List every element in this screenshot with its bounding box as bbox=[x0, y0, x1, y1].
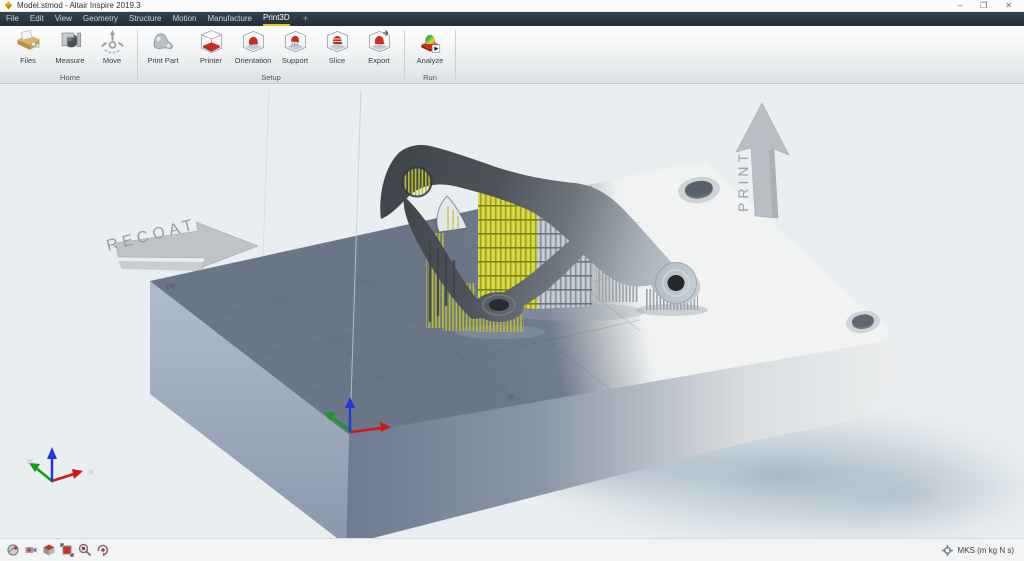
camera-icon bbox=[24, 543, 38, 557]
ribbon-empty-area bbox=[457, 28, 1020, 83]
analyze-icon bbox=[417, 28, 444, 55]
ribbon-toolbar: Files Measure bbox=[0, 26, 1024, 84]
menu-add-tab-button[interactable]: + bbox=[303, 14, 309, 25]
printer-button[interactable]: Printer bbox=[191, 28, 231, 65]
zoom-icon bbox=[78, 543, 92, 557]
menu-structure[interactable]: Structure bbox=[129, 12, 161, 26]
window-title: Model.stmod - Altair Inspire 2019.3 bbox=[17, 0, 141, 12]
print-label: PRINT bbox=[735, 150, 751, 212]
orientation-button[interactable]: Orientation bbox=[233, 28, 273, 65]
print-part-icon bbox=[150, 28, 177, 55]
files-icon bbox=[15, 28, 42, 55]
fit-view-button[interactable] bbox=[60, 543, 74, 557]
move-icon bbox=[99, 28, 126, 55]
menu-view[interactable]: View bbox=[55, 12, 72, 26]
view-home-icon bbox=[6, 543, 20, 557]
menu-bar: File Edit View Geometry Structure Motion… bbox=[0, 12, 1024, 26]
units-gear-icon bbox=[942, 545, 953, 556]
ribbon-group-run: Analyze Run bbox=[406, 28, 454, 83]
ribbon-group-label-run: Run bbox=[410, 72, 450, 83]
minimize-button[interactable]: – bbox=[958, 1, 962, 11]
zoom-area-button[interactable] bbox=[78, 543, 92, 557]
ribbon-group-home: Files Measure bbox=[4, 28, 136, 83]
menu-motion[interactable]: Motion bbox=[172, 12, 196, 26]
ribbon-group-label-setup: Setup bbox=[143, 72, 399, 83]
ribbon-group-label-home: Home bbox=[8, 72, 132, 83]
menu-geometry[interactable]: Geometry bbox=[83, 12, 118, 26]
title-bar: Model.stmod - Altair Inspire 2019.3 – ❐ … bbox=[0, 0, 1024, 12]
analyze-button[interactable]: Analyze bbox=[410, 28, 450, 65]
ribbon-group-setup: Print Part Printer Orientation bbox=[139, 28, 403, 83]
maximize-button[interactable]: ❐ bbox=[980, 1, 987, 11]
slice-icon bbox=[324, 28, 351, 55]
measure-icon bbox=[57, 28, 84, 55]
files-button[interactable]: Files bbox=[8, 28, 48, 65]
rotate-view-button[interactable] bbox=[96, 543, 110, 557]
view-home-button[interactable] bbox=[6, 543, 20, 557]
ribbon-separator bbox=[455, 30, 456, 79]
view-camera-button[interactable] bbox=[24, 543, 38, 557]
slice-button[interactable]: Slice bbox=[317, 28, 357, 65]
part-ring-hole bbox=[403, 168, 432, 197]
ribbon-separator bbox=[404, 30, 405, 79]
iso-view-icon bbox=[42, 543, 56, 557]
3d-scene: 100 50 RECOAT PRINT bbox=[0, 84, 1024, 538]
export-icon bbox=[366, 28, 393, 55]
menu-manufacture[interactable]: Manufacture bbox=[208, 12, 252, 26]
units-selector[interactable]: MKS (m kg N s) bbox=[958, 546, 1014, 555]
fit-view-icon bbox=[60, 543, 74, 557]
measure-button[interactable]: Measure bbox=[50, 28, 90, 65]
print-part-button[interactable]: Print Part bbox=[143, 28, 183, 65]
menu-print3d[interactable]: Print3D bbox=[263, 12, 290, 26]
support-button[interactable]: Support bbox=[275, 28, 315, 65]
support-icon bbox=[282, 28, 309, 55]
app-logo-icon bbox=[4, 1, 13, 10]
status-bar: MKS (m kg N s) bbox=[0, 538, 1024, 561]
orientation-icon bbox=[240, 28, 267, 55]
rotate-view-icon bbox=[96, 543, 110, 557]
ribbon-separator bbox=[137, 30, 138, 79]
export-button[interactable]: Export bbox=[359, 28, 399, 65]
3d-viewport[interactable]: 100 50 RECOAT PRINT bbox=[0, 84, 1024, 538]
iso-view-button[interactable] bbox=[42, 543, 56, 557]
menu-file[interactable]: File bbox=[6, 12, 19, 26]
close-button[interactable]: ✕ bbox=[1005, 1, 1012, 11]
move-button[interactable]: Move bbox=[92, 28, 132, 65]
printer-icon bbox=[198, 28, 225, 55]
menu-edit[interactable]: Edit bbox=[30, 12, 44, 26]
